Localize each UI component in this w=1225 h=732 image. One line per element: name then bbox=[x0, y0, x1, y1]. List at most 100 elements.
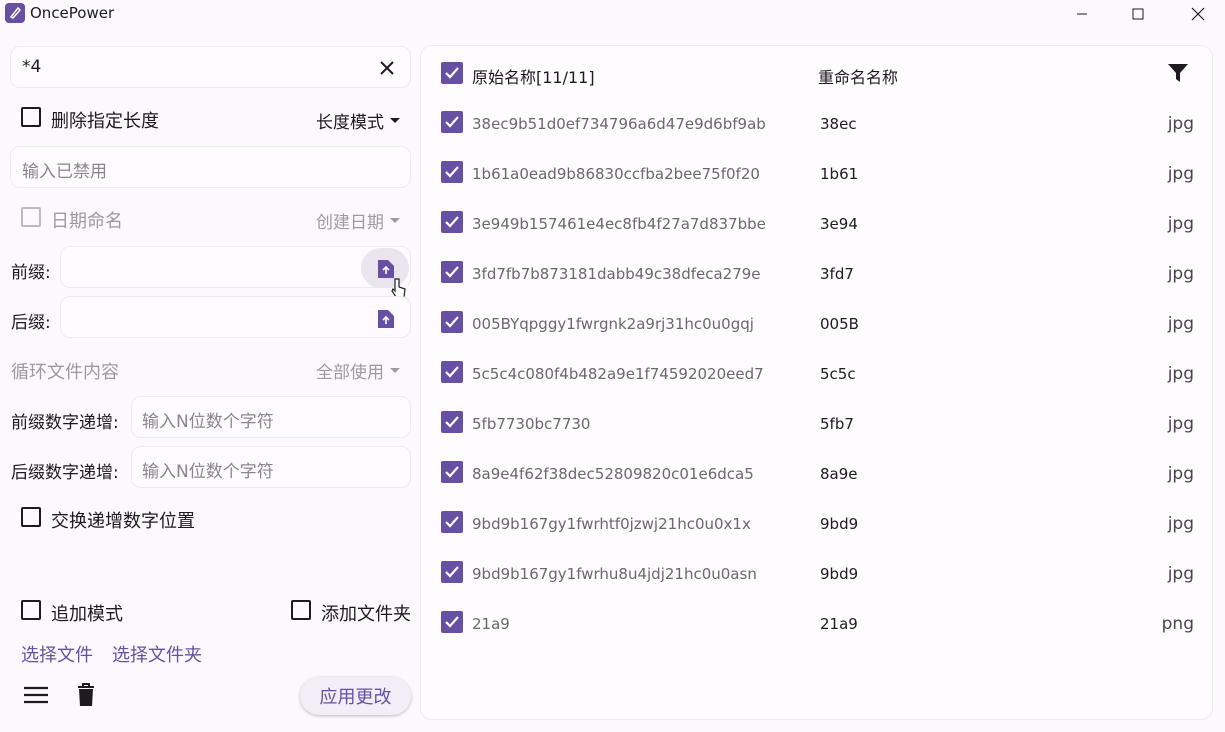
original-name: 5fb7730bc7730 bbox=[472, 415, 591, 433]
date-naming-label: 日期命名 bbox=[51, 211, 123, 232]
table-row[interactable]: 9bd9b167gy1fwrhu8u4jdj21hc0u0asn 9bd9 jpg bbox=[421, 547, 1214, 597]
renamed-name: 3fd7 bbox=[820, 265, 854, 283]
suffix-input[interactable] bbox=[60, 296, 411, 338]
search-input-value: *4 bbox=[22, 57, 42, 77]
length-mode-label: 长度模式 bbox=[316, 113, 384, 133]
prefix-label: 前缀: bbox=[11, 263, 51, 283]
table-row[interactable]: 3e949b157461e4ec8fb4f27a7d837bbe 3e94 jpg bbox=[421, 197, 1214, 247]
original-name: 8a9e4f62f38dec52809820c01e6dca5 bbox=[472, 465, 754, 483]
renamed-name: 3e94 bbox=[820, 215, 858, 233]
renamed-name: 9bd9 bbox=[820, 565, 859, 583]
renamed-name-header: 重命名名称 bbox=[818, 68, 899, 87]
add-folder-label: 添加文件夹 bbox=[321, 604, 411, 625]
minimize-button[interactable] bbox=[1059, 0, 1105, 28]
length-mode-dropdown[interactable]: 长度模式 bbox=[316, 108, 400, 133]
select-files-link[interactable]: 选择文件 bbox=[21, 641, 93, 667]
app-title: OncePower bbox=[30, 4, 115, 22]
original-name-header: 原始名称[11/11] bbox=[472, 68, 595, 87]
swap-checkbox[interactable] bbox=[21, 507, 41, 527]
prefix-increment-label: 前缀数字递增: bbox=[11, 413, 119, 433]
apply-changes-label: 应用更改 bbox=[319, 687, 392, 708]
table-row[interactable]: 9bd9b167gy1fwrhtf0jzwj21hc0u0x1x 9bd9 jpg bbox=[421, 497, 1214, 547]
original-name: 21a9 bbox=[472, 615, 510, 633]
date-naming-checkbox bbox=[21, 207, 41, 227]
close-button[interactable] bbox=[1175, 0, 1221, 28]
original-name: 3e949b157461e4ec8fb4f27a7d837bbe bbox=[472, 215, 766, 233]
menu-icon[interactable] bbox=[24, 686, 48, 708]
row-checkbox[interactable] bbox=[441, 511, 463, 533]
dropdown-arrow-icon bbox=[390, 118, 400, 123]
use-all-dropdown: 全部使用 bbox=[316, 358, 400, 383]
suffix-increment-input[interactable]: 输入N位数个字符 bbox=[131, 446, 411, 488]
row-checkbox[interactable] bbox=[441, 111, 463, 133]
file-extension: jpg bbox=[1167, 564, 1194, 584]
file-extension: jpg bbox=[1167, 364, 1194, 384]
original-name: 3fd7fb7b873181dabb49c38dfeca279e bbox=[472, 265, 761, 283]
renamed-name: 38ec bbox=[820, 115, 857, 133]
filter-icon[interactable] bbox=[1167, 62, 1189, 88]
renamed-name: 005B bbox=[820, 315, 859, 333]
swap-label: 交换递增数字位置 bbox=[51, 511, 195, 532]
table-row[interactable]: 8a9e4f62f38dec52809820c01e6dca5 8a9e jpg bbox=[421, 447, 1214, 497]
apply-changes-button[interactable]: 应用更改 bbox=[300, 677, 411, 715]
add-folder-checkbox[interactable] bbox=[291, 600, 311, 620]
row-checkbox[interactable] bbox=[441, 611, 463, 633]
delete-length-checkbox[interactable] bbox=[21, 107, 41, 127]
suffix-increment-label: 后缀数字递增: bbox=[11, 463, 119, 483]
file-extension: jpg bbox=[1167, 464, 1194, 484]
disabled-input: 输入已禁用 bbox=[10, 146, 411, 188]
original-name: 38ec9b51d0ef734796a6d47e9d6bf9ab bbox=[472, 115, 766, 133]
original-name: 005BYqpggy1fwrgnk2a9rj31hc0u0gqj bbox=[472, 315, 754, 333]
app-logo-icon bbox=[5, 3, 25, 23]
row-checkbox[interactable] bbox=[441, 411, 463, 433]
table-row[interactable]: 1b61a0ead9b86830ccfba2bee75f0f20 1b61 jpg bbox=[421, 147, 1214, 197]
row-checkbox[interactable] bbox=[441, 461, 463, 483]
renamed-name: 8a9e bbox=[820, 465, 858, 483]
delete-length-label: 删除指定长度 bbox=[51, 111, 159, 132]
suffix-upload-file-icon[interactable] bbox=[376, 308, 396, 330]
file-extension: jpg bbox=[1167, 314, 1194, 334]
original-name: 1b61a0ead9b86830ccfba2bee75f0f20 bbox=[472, 165, 760, 183]
file-extension: jpg bbox=[1167, 414, 1194, 434]
renamed-name: 5fb7 bbox=[820, 415, 854, 433]
table-row[interactable]: 21a9 21a9 png bbox=[421, 597, 1214, 647]
prefix-input[interactable] bbox=[60, 246, 411, 288]
file-extension: png bbox=[1161, 614, 1194, 634]
table-row[interactable]: 5fb7730bc7730 5fb7 jpg bbox=[421, 397, 1214, 447]
append-mode-checkbox[interactable] bbox=[21, 600, 41, 620]
table-row[interactable]: 3fd7fb7b873181dabb49c38dfeca279e 3fd7 jpg bbox=[421, 247, 1214, 297]
create-date-label: 创建日期 bbox=[316, 213, 384, 233]
row-checkbox[interactable] bbox=[441, 161, 463, 183]
suffix-label: 后缀: bbox=[11, 313, 51, 333]
row-checkbox[interactable] bbox=[441, 361, 463, 383]
table-row[interactable]: 005BYqpggy1fwrgnk2a9rj31hc0u0gqj 005B jpg bbox=[421, 297, 1214, 347]
row-checkbox[interactable] bbox=[441, 311, 463, 333]
select-folder-link[interactable]: 选择文件夹 bbox=[112, 641, 202, 667]
dropdown-arrow-icon bbox=[390, 218, 400, 223]
disabled-input-placeholder: 输入已禁用 bbox=[22, 162, 107, 182]
title-bar: OncePower bbox=[0, 0, 1225, 28]
use-all-label: 全部使用 bbox=[316, 363, 384, 383]
search-input[interactable]: *4 bbox=[10, 46, 411, 88]
file-extension: jpg bbox=[1167, 514, 1194, 534]
select-all-checkbox[interactable] bbox=[441, 62, 463, 84]
row-checkbox[interactable] bbox=[441, 561, 463, 583]
create-date-dropdown: 创建日期 bbox=[316, 208, 400, 233]
trash-icon[interactable] bbox=[77, 683, 95, 711]
maximize-button[interactable] bbox=[1115, 0, 1161, 28]
renamed-name: 5c5c bbox=[820, 365, 856, 383]
prefix-increment-input[interactable]: 输入N位数个字符 bbox=[131, 396, 411, 438]
suffix-increment-placeholder: 输入N位数个字符 bbox=[142, 462, 274, 482]
row-checkbox[interactable] bbox=[441, 211, 463, 233]
dropdown-arrow-icon bbox=[390, 368, 400, 373]
file-extension: jpg bbox=[1167, 214, 1194, 234]
table-row[interactable]: 5c5c4c080f4b482a9e1f74592020eed7 5c5c jpg bbox=[421, 347, 1214, 397]
file-extension: jpg bbox=[1167, 264, 1194, 284]
row-checkbox[interactable] bbox=[441, 261, 463, 283]
loop-file-label: 循环文件内容 bbox=[11, 362, 119, 383]
file-list-panel: 原始名称[11/11] 重命名名称 38ec9b51d0ef734796a6d4… bbox=[420, 45, 1213, 720]
table-row[interactable]: 38ec9b51d0ef734796a6d47e9d6bf9ab 38ec jpg bbox=[421, 97, 1214, 147]
clear-icon[interactable] bbox=[380, 60, 394, 79]
file-extension: jpg bbox=[1167, 114, 1194, 134]
file-extension: jpg bbox=[1167, 164, 1194, 184]
